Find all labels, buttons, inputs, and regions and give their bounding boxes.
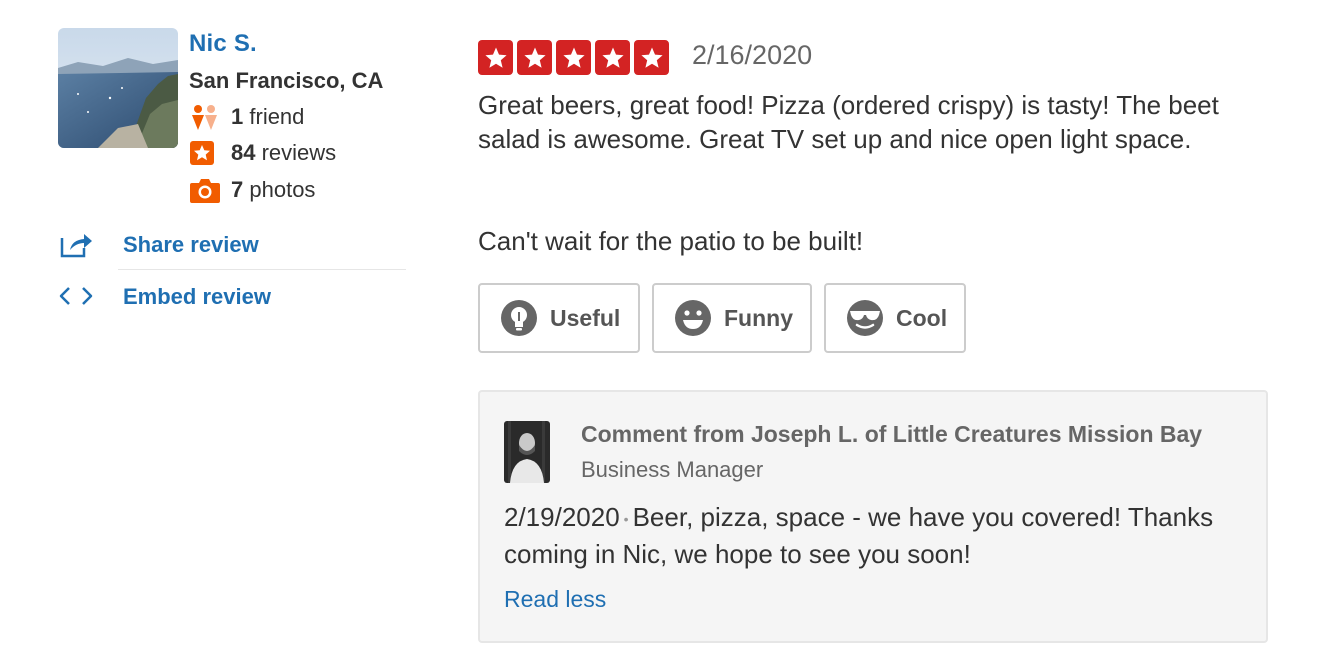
reviews-count: 84 [231, 140, 256, 165]
avatar-photo [58, 28, 178, 148]
photos-stat: 7 photos [189, 177, 429, 207]
review-paragraph-2: Can't wait for the patio to be built! [478, 226, 864, 256]
cool-label: Cool [896, 304, 948, 331]
review-date: 2/16/2020 [692, 40, 813, 70]
review-paragraph-1: Great beers, great food! Pizza (ordered … [478, 90, 1219, 154]
star-icon [517, 40, 552, 75]
business-avatar[interactable] [504, 421, 550, 483]
lightbulb-icon [500, 299, 538, 337]
share-icon [58, 230, 94, 265]
useful-label: Useful [550, 304, 621, 331]
friends-icon [189, 104, 219, 138]
action-divider [118, 269, 406, 270]
user-name[interactable]: Nic S. [189, 30, 257, 58]
funny-button[interactable]: Funny [652, 283, 812, 353]
friends-stat: 1 friend [189, 104, 429, 134]
photos-label: photos [249, 177, 316, 202]
friends-count: 1 [231, 104, 244, 129]
comment-date: 2/19/2020 [504, 502, 620, 532]
cool-button[interactable]: Cool [824, 283, 966, 353]
star-icon [556, 40, 591, 75]
star-rating [478, 40, 669, 76]
funny-label: Funny [724, 304, 793, 331]
business-avatar-photo [504, 421, 550, 483]
smiley-icon [674, 299, 712, 337]
reviews-stat: 84 reviews [189, 140, 429, 170]
embed-code-icon [58, 282, 94, 317]
comment-body: 2/19/2020 • Beer, pizza, space - we have y… [504, 500, 1244, 572]
camera-icon [189, 177, 221, 211]
sunglasses-icon [846, 299, 884, 337]
reviews-label: reviews [261, 140, 337, 165]
photos-count: 7 [231, 177, 244, 202]
comment-title: Comment from Joseph L. of Little Creatur… [581, 421, 1203, 447]
embed-review-link[interactable]: Embed review [123, 284, 271, 310]
useful-button[interactable]: Useful [478, 283, 640, 353]
read-less-link[interactable]: Read less [504, 586, 606, 613]
star-icon [478, 40, 513, 75]
review-star-icon [189, 140, 215, 172]
bullet-separator: • [623, 510, 629, 527]
share-review-link[interactable]: Share review [123, 232, 259, 258]
embed-review-action[interactable]: Embed review [58, 282, 406, 318]
friends-label: friend [249, 104, 305, 129]
user-avatar[interactable] [58, 28, 178, 148]
user-location: San Francisco, CA [189, 68, 384, 93]
share-review-action[interactable]: Share review [58, 230, 406, 266]
star-icon [634, 40, 669, 75]
comment-role: Business Manager [581, 457, 764, 482]
star-icon [595, 40, 630, 75]
